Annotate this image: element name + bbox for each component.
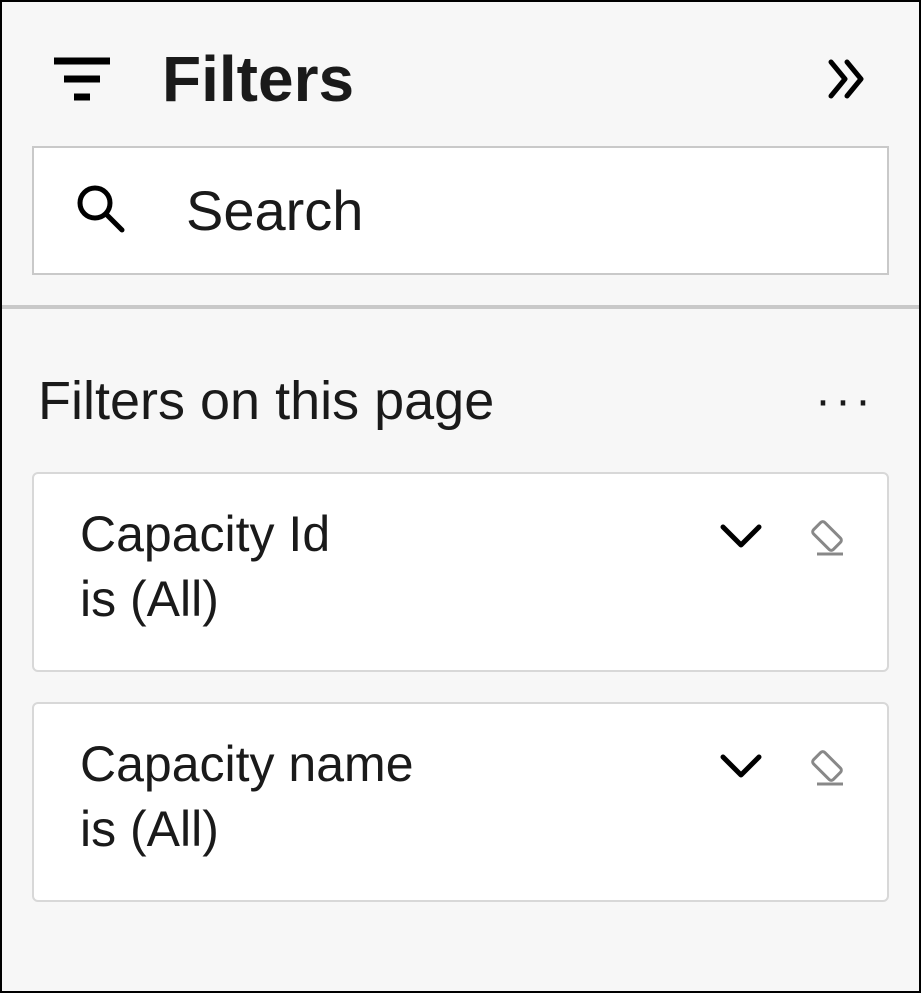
filter-field-value: is (All) (80, 797, 719, 862)
panel-title: Filters (162, 42, 817, 116)
chevron-down-icon (719, 751, 763, 781)
more-options-button[interactable]: ··· (807, 369, 883, 432)
search-icon (74, 182, 126, 239)
section-header: Filters on this page ··· (32, 369, 889, 432)
filter-text: Capacity name is (All) (80, 732, 719, 862)
filter-field-value: is (All) (80, 567, 719, 632)
clear-filter-button[interactable] (803, 512, 851, 560)
ellipsis-icon: ··· (815, 374, 875, 427)
clear-filter-button[interactable] (803, 742, 851, 790)
filter-card-actions (719, 732, 851, 790)
collapse-button[interactable] (817, 48, 879, 110)
filter-card[interactable]: Capacity Id is (All) (32, 472, 889, 672)
chevron-double-right-icon (825, 56, 871, 102)
search-container (2, 146, 919, 305)
panel-header: Filters (2, 2, 919, 146)
filter-card-actions (719, 502, 851, 560)
filter-field-name: Capacity name (80, 732, 719, 797)
expand-filter-button[interactable] (719, 521, 763, 551)
filter-text: Capacity Id is (All) (80, 502, 719, 632)
filter-icon (52, 49, 112, 109)
search-input[interactable] (186, 178, 906, 243)
filter-card[interactable]: Capacity name is (All) (32, 702, 889, 902)
filter-field-name: Capacity Id (80, 502, 719, 567)
search-box[interactable] (32, 146, 889, 275)
filters-section: Filters on this page ··· Capacity Id is … (2, 309, 919, 962)
eraser-icon (803, 512, 851, 560)
section-title: Filters on this page (38, 370, 807, 432)
chevron-down-icon (719, 521, 763, 551)
filters-panel: Filters Filters on this page ··· (0, 0, 921, 993)
eraser-icon (803, 742, 851, 790)
expand-filter-button[interactable] (719, 751, 763, 781)
